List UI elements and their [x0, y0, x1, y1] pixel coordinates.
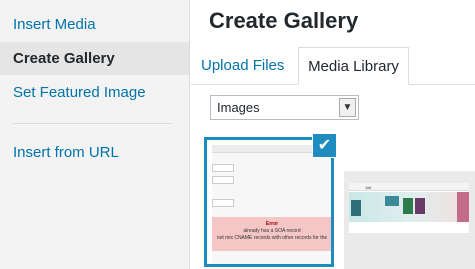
attachment-preview-image: Jolt — [349, 183, 469, 233]
media-type-filter-select[interactable]: Images ▼ — [210, 95, 359, 120]
preview-image — [415, 198, 425, 214]
frame-title: Create Gallery — [209, 8, 359, 33]
preview-header: Jolt — [349, 183, 469, 191]
preview-field — [212, 164, 234, 172]
preview-hero — [349, 192, 469, 222]
preview-image — [351, 200, 361, 216]
menu-item-insert-media[interactable]: Insert Media — [0, 8, 189, 41]
tab-upload-files[interactable]: Upload Files — [201, 47, 297, 85]
media-menu: Insert Media Create Gallery Set Featured… — [0, 0, 190, 269]
menu-item-set-featured-image[interactable]: Set Featured Image — [0, 76, 189, 109]
preview-field — [212, 176, 234, 184]
preview-error-line: already has a SOA record — [243, 228, 301, 234]
preview-error-box: Error already has a SOA record not mix C… — [212, 217, 331, 251]
preview-image — [403, 198, 413, 214]
chevron-down-icon[interactable]: ▼ — [339, 98, 356, 117]
menu-separator — [13, 123, 172, 124]
select-value: Images — [217, 100, 260, 115]
preview-error-title: Error — [265, 221, 279, 227]
attachment-preview-image: Error already has a SOA record not mix C… — [212, 145, 331, 264]
tab-media-library[interactable]: Media Library — [298, 47, 409, 85]
preview-field — [212, 199, 234, 207]
attachment-thumbnail[interactable]: Jolt — [344, 171, 475, 269]
preview-error-line: not mix CNAME records with other records… — [216, 235, 328, 241]
preview-image — [385, 196, 399, 206]
menu-item-create-gallery[interactable]: Create Gallery — [0, 42, 189, 75]
preview-logo: Jolt — [365, 185, 372, 190]
preview-image — [457, 192, 469, 222]
menu-item-insert-from-url[interactable]: Insert from URL — [0, 136, 189, 169]
media-router: Upload Files Media Library — [191, 47, 475, 85]
checkmark-icon[interactable]: ✔ — [312, 133, 337, 158]
